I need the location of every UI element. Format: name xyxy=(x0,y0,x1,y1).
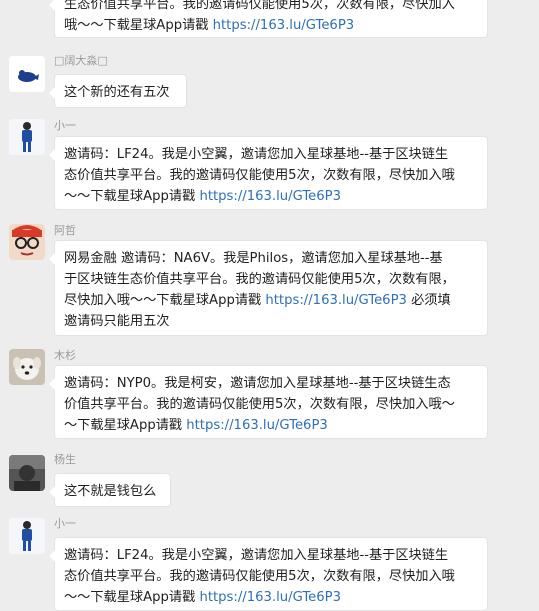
message-line: 网易金融 邀请码：NA6V。我是Philos，邀请您加入星球基地--基 xyxy=(64,251,443,266)
glasses-avatar[interactable] xyxy=(9,224,45,260)
message-text: ～～下载星球App请戳 xyxy=(64,189,200,204)
player-avatar[interactable] xyxy=(9,518,45,554)
sender-name: 杨生 xyxy=(54,453,76,466)
message-line: 态价值共享平台。我的邀请码仅能使用5次，次数有限，尽快加入哦 xyxy=(64,168,455,183)
message-bubble[interactable]: 网易金融 邀请码：NA6V。我是Philos，邀请您加入星球基地--基 于区块链… xyxy=(49,240,488,336)
message-text: ～～下载星球App请戳 xyxy=(64,590,200,605)
message-bubble[interactable]: 邀请码：LF24。我是小空翼，邀请您加入星球基地--基于区块链生 态价值共享平台… xyxy=(49,136,488,210)
player-avatar[interactable] xyxy=(9,119,45,155)
message-line: 态价值共享平台。我的邀请码仅能使用5次，次数有限，尽快加入哦 xyxy=(64,569,455,584)
message-text: 必须填 xyxy=(406,293,451,308)
message-text: 尽快加入哦～～下载星球App请戳 xyxy=(64,293,266,308)
message-bubble[interactable]: 邀请码：LF24。我是小空翼，邀请您加入星球基地--基于区块链生 态价值共享平台… xyxy=(49,537,488,611)
sender-name: 阿哲 xyxy=(54,224,76,237)
message-line: 邀请码：LF24。我是小空翼，邀请您加入星球基地--基于区块链生 xyxy=(64,147,449,162)
message-line: 价值共享平台。我的邀请码仅能使用5次，次数有限，尽快加入哦～ xyxy=(64,397,455,412)
message-bubble[interactable]: 邀请码：NYP0。我是柯安，邀请您加入星球基地--基于区块链生态 价值共享平台。… xyxy=(49,365,488,439)
message-bubble[interactable]: 这不就是钱包么 xyxy=(49,473,171,507)
invite-link[interactable]: https://163.lu/GTe6P3 xyxy=(186,418,328,433)
message-line: 生态价值共享平台。我的邀请码仅能使用5次，次数有限，尽快加入 xyxy=(64,0,455,12)
message-line: 邀请码：LF24。我是小空翼，邀请您加入星球基地--基于区块链生 xyxy=(64,548,449,563)
invite-link[interactable]: https://163.lu/GTe6P3 xyxy=(265,293,407,308)
invite-link[interactable]: https://163.lu/GTe6P3 xyxy=(199,189,341,204)
message-line: 于区块链生态价值共享平台。我的邀请码仅能使用5次，次数有限， xyxy=(64,272,455,287)
dog-avatar[interactable] xyxy=(9,349,45,385)
invite-link[interactable]: https://163.lu/GTe6P3 xyxy=(199,590,341,605)
message-line: 这不就是钱包么 xyxy=(64,484,157,499)
message-line: 这个新的还有五次 xyxy=(64,85,170,100)
sender-name: 小一 xyxy=(54,517,76,530)
message-bubble[interactable]: 生态价值共享平台。我的邀请码仅能使用5次，次数有限，尽快加入 哦～～下载星球Ap… xyxy=(49,0,488,38)
penguin-avatar[interactable] xyxy=(9,56,45,92)
dark-avatar[interactable] xyxy=(9,455,45,491)
sender-name: 小一 xyxy=(54,119,76,132)
message-bubble[interactable]: 这个新的还有五次 xyxy=(49,74,187,108)
sender-name: □阔大淼□ xyxy=(54,54,108,67)
message-line: 邀请码：NYP0。我是柯安，邀请您加入星球基地--基于区块链生态 xyxy=(64,376,451,391)
message-line: 邀请码只能用五次 xyxy=(64,314,170,329)
invite-link[interactable]: https://163.lu/GTe6P3 xyxy=(213,18,355,33)
message-text: 哦～～下载星球App请戳 xyxy=(64,18,213,33)
message-text: ～下载星球App请戳 xyxy=(64,418,187,433)
sender-name: 木杉 xyxy=(54,349,76,362)
